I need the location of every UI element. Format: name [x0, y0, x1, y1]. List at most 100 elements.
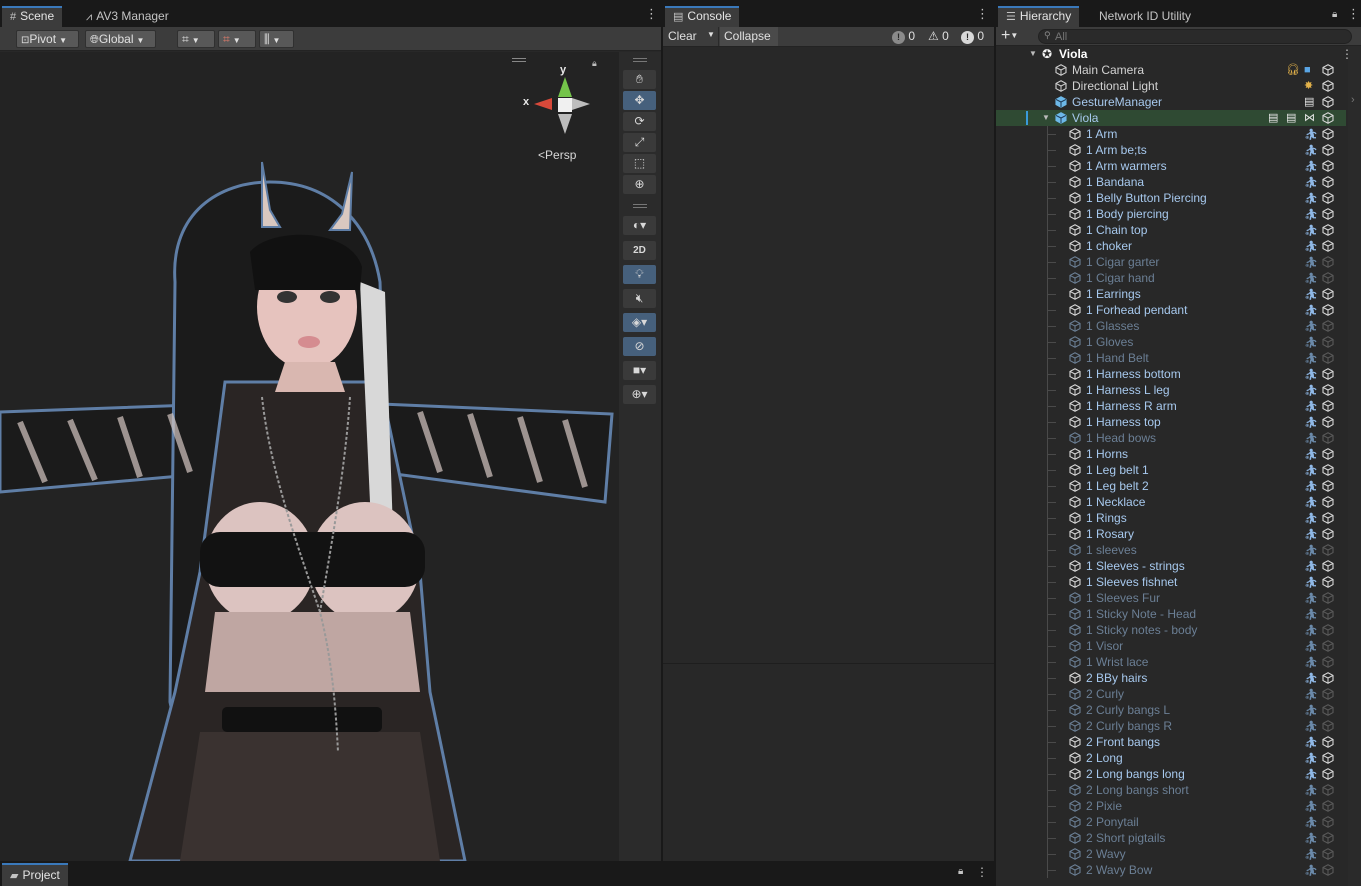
hierarchy-child-row[interactable]: 1 Glasses ⛹︎ — [996, 318, 1346, 334]
lighting-toggle[interactable]: 💡︎ — [623, 265, 656, 284]
hierarchy-child-row[interactable]: 1 Sticky notes - body ⛹︎ — [996, 622, 1346, 638]
hierarchy-child-row[interactable]: 1 Sleeves Fur ⛹︎ — [996, 590, 1346, 606]
hierarchy-child-row[interactable]: 1 Arm be;ts ⛹︎ — [996, 142, 1346, 158]
hierarchy-child-row[interactable]: 1 Gloves ⛹︎ — [996, 334, 1346, 350]
hierarchy-child-row[interactable]: 1 Harness bottom ⛹︎ — [996, 366, 1346, 382]
hierarchy-child-row[interactable]: 2 Curly bangs R ⛹︎ — [996, 718, 1346, 734]
chevron-down-icon[interactable]: ▼ — [707, 30, 715, 39]
hierarchy-child-row[interactable]: 1 Forhead pendant ⛹︎ — [996, 302, 1346, 318]
hierarchy-child-row[interactable]: 1 Chain top ⛹︎ — [996, 222, 1346, 238]
hierarchy-row[interactable]: Main Camera 🎧︎ ■ — [996, 62, 1346, 78]
hierarchy-child-row[interactable]: 1 Horns ⛹︎ — [996, 446, 1346, 462]
tab-hierarchy[interactable]: ☰ Hierarchy — [998, 6, 1080, 27]
search-field[interactable]: ⚲ — [1038, 29, 1352, 44]
projection-toggle[interactable]: <Persp — [538, 148, 576, 162]
console-log-list[interactable] — [663, 47, 994, 861]
hierarchy-child-row[interactable]: 1 Leg belt 1 ⛹︎ — [996, 462, 1346, 478]
clear-button[interactable]: Clear ▼ — [663, 27, 719, 46]
hierarchy-child-row[interactable]: 1 Earrings ⛹︎ — [996, 286, 1346, 302]
hierarchy-child-row[interactable]: 1 Arm ⛹︎ — [996, 126, 1346, 142]
hierarchy-child-row[interactable]: 1 Belly Button Piercing ⛹︎ — [996, 190, 1346, 206]
hierarchy-child-row[interactable]: 2 Pixie ⛹︎ — [996, 798, 1346, 814]
tools-drag-handle[interactable] — [633, 58, 647, 62]
tab-av3-manager[interactable]: ⩘ AV3 Manager — [78, 6, 177, 27]
shading-mode-dropdown[interactable]: ◐▾ — [623, 216, 656, 235]
hierarchy-child-row[interactable]: 1 Visor ⛹︎ — [996, 638, 1346, 654]
hierarchy-child-row[interactable]: 1 Arm warmers ⛹︎ — [996, 158, 1346, 174]
hierarchy-child-row[interactable]: 1 Rosary ⛹︎ — [996, 526, 1346, 542]
collapse-button[interactable]: Collapse — [720, 27, 778, 46]
hierarchy-child-row[interactable]: 2 Ponytail ⛹︎ — [996, 814, 1346, 830]
hierarchy-child-row[interactable]: 2 Long bangs long ⛹︎ — [996, 766, 1346, 782]
hierarchy-child-row[interactable]: 1 Cigar garter ⛹︎ — [996, 254, 1346, 270]
hierarchy-child-row[interactable]: 2 Curly bangs L ⛹︎ — [996, 702, 1346, 718]
hierarchy-child-row[interactable]: 2 Long ⛹︎ — [996, 750, 1346, 766]
hierarchy-child-row[interactable]: 1 sleeves ⛹︎ — [996, 542, 1346, 558]
hierarchy-child-row[interactable]: 1 Necklace ⛹︎ — [996, 494, 1346, 510]
expand-arrow-icon[interactable]: ▼ — [1042, 110, 1050, 126]
effects-dropdown[interactable]: ◈▾ — [623, 313, 656, 332]
info-count-toggle[interactable]: ! 0 — [892, 29, 924, 44]
hierarchy-child-row[interactable]: 2 Curly ⛹︎ — [996, 686, 1346, 702]
tab-scene[interactable]: # Scene — [2, 6, 63, 27]
hierarchy-child-row[interactable]: 1 Bandana ⛹︎ — [996, 174, 1346, 190]
expand-arrow-icon[interactable]: ▼ — [1029, 46, 1037, 62]
console-menu-icon[interactable]: ⋮ — [976, 7, 989, 20]
hierarchy-child-row[interactable]: 1 choker ⛹︎ — [996, 238, 1346, 254]
hierarchy-child-row[interactable]: 1 Harness R arm ⛹︎ — [996, 398, 1346, 414]
2d-toggle[interactable]: 2D — [623, 241, 656, 260]
hierarchy-child-row[interactable]: 2 Wavy Bow ⛹︎ — [996, 862, 1346, 878]
warning-count-toggle[interactable]: ⚠︎ 0 — [928, 29, 960, 43]
orientation-gizmo[interactable]: y x 🔒︎ <Persp — [520, 58, 600, 174]
lock-icon[interactable]: 🔒︎ — [592, 58, 597, 69]
hierarchy-row[interactable]: GestureManager ▤ — [996, 94, 1346, 110]
hierarchy-child-row[interactable]: 1 Hand Belt ⛹︎ — [996, 350, 1346, 366]
scene-root-row[interactable]: ▼ ✪ Viola ⋮ — [996, 46, 1353, 62]
hierarchy-child-row[interactable]: 1 Harness top ⛹︎ — [996, 414, 1346, 430]
viewport-drag-handle[interactable] — [512, 58, 526, 62]
hierarchy-child-row[interactable]: 1 Body piercing ⛹︎ — [996, 206, 1346, 222]
rect-tool-button[interactable]: ⬚ — [623, 154, 656, 173]
scale-tool-button[interactable]: ⤢ — [623, 133, 656, 152]
hierarchy-child-row[interactable]: 2 Front bangs ⛹︎ — [996, 734, 1346, 750]
error-count-toggle[interactable]: ! 0 — [961, 29, 993, 44]
hierarchy-child-row[interactable]: 1 Wrist lace ⛹︎ — [996, 654, 1346, 670]
grid-snap-dropdown[interactable]: ⌗ ▼ — [177, 30, 215, 48]
hierarchy-child-row[interactable]: 1 Sticky Note - Head ⛹︎ — [996, 606, 1346, 622]
hierarchy-child-row[interactable]: 2 BBy hairs ⛹︎ — [996, 670, 1346, 686]
tab-project[interactable]: ▰ Project — [2, 863, 68, 886]
hand-tool-button[interactable]: ✋︎ — [623, 70, 656, 89]
audio-toggle[interactable]: 🔇︎ — [623, 289, 656, 308]
increment-snap-dropdown[interactable]: ⌗ ▼ — [218, 30, 256, 48]
hierarchy-child-row[interactable]: 1 Head bows ⛹︎ — [996, 430, 1346, 446]
scrollbar[interactable]: › — [1348, 46, 1361, 886]
create-dropdown[interactable]: +▼ — [1001, 27, 1018, 45]
hierarchy-child-row[interactable]: 1 Leg belt 2 ⛹︎ — [996, 478, 1346, 494]
hierarchy-child-row[interactable]: 1 Sleeves - strings ⛹︎ — [996, 558, 1346, 574]
hierarchy-child-row[interactable]: 1 Cigar hand ⛹︎ — [996, 270, 1346, 286]
global-dropdown[interactable]: 🌐︎Global ▼ — [85, 30, 156, 48]
transform-tool-button[interactable]: ⊕ — [623, 175, 656, 194]
search-input[interactable] — [1055, 30, 1345, 43]
tab-network-id-utility[interactable]: Network ID Utility — [1091, 6, 1199, 27]
project-menu-icon[interactable]: ⋮ — [976, 865, 988, 879]
lock-icon[interactable]: 🔒︎ — [1332, 9, 1337, 20]
hierarchy-child-row[interactable]: 1 Rings ⛹︎ — [996, 510, 1346, 526]
hierarchy-child-row[interactable]: 2 Wavy ⛹︎ — [996, 846, 1346, 862]
console-detail-divider[interactable] — [663, 663, 994, 664]
hierarchy-row[interactable]: ▼ Viola ▤ ▤ ⋈ — [996, 110, 1346, 126]
scene-menu-icon[interactable]: ⋮ — [645, 7, 658, 20]
hierarchy-child-row[interactable]: 1 Harness L leg ⛹︎ — [996, 382, 1346, 398]
move-tool-button[interactable]: ✥ — [623, 91, 656, 110]
lock-icon[interactable]: 🔒︎ — [958, 866, 963, 877]
hierarchy-child-row[interactable]: 2 Short pigtails ⛹︎ — [996, 830, 1346, 846]
scene-viewport[interactable]: y x 🔒︎ <Persp — [0, 52, 619, 861]
rotate-tool-button[interactable]: ⟳ — [623, 112, 656, 131]
view-options-drag-handle[interactable] — [633, 204, 647, 208]
tab-console[interactable]: ▤ Console — [665, 6, 740, 27]
gizmos-dropdown[interactable]: ⊕▾ — [623, 385, 656, 404]
hierarchy-menu-icon[interactable]: ⋮ — [1347, 7, 1360, 20]
chevron-right-icon[interactable]: › — [1351, 94, 1355, 106]
visibility-toggle[interactable]: ⊘ — [623, 337, 656, 356]
hierarchy-child-row[interactable]: 1 Sleeves fishnet ⛹︎ — [996, 574, 1346, 590]
